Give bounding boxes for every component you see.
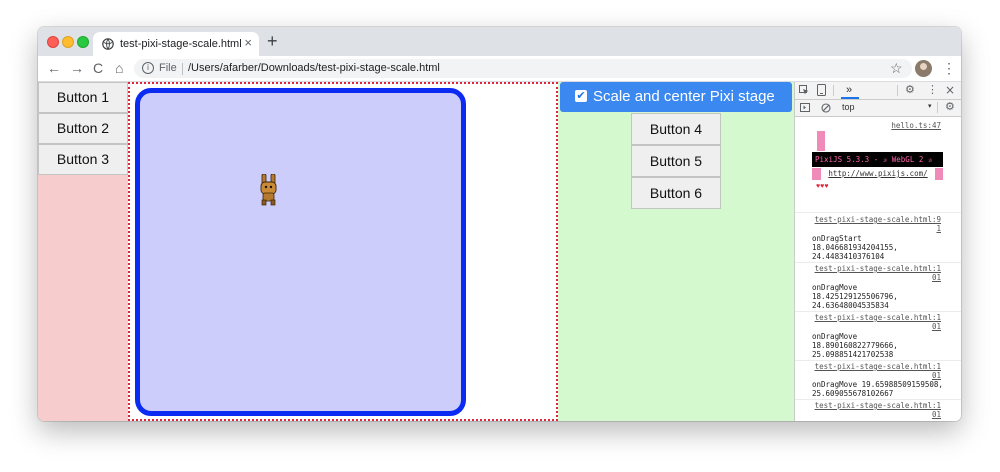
console-message: 18.890160822779666,: [812, 341, 898, 350]
button-6[interactable]: Button 6: [631, 177, 721, 209]
browser-toolbar: ← → C ⌂ i File /Users/afarber/Downloads/…: [38, 56, 961, 82]
scale-center-label: Scale and center Pixi stage: [593, 88, 775, 105]
console-source-link[interactable]: test-pixi-stage-scale.html:1: [815, 401, 941, 410]
right-panel: ✔ Scale and center Pixi stage Button 4 B…: [558, 82, 794, 421]
console-settings-gear-icon[interactable]: ⚙: [945, 100, 955, 114]
console-message: onDragMove: [812, 283, 858, 292]
browser-window: test-pixi-stage-scale.html × + ← → C ⌂ i…: [38, 27, 961, 421]
inspect-element-icon[interactable]: [799, 85, 809, 95]
console-message: 18.046681934204155,: [812, 243, 898, 252]
button-5[interactable]: Button 5: [631, 145, 721, 177]
context-selector[interactable]: top: [842, 102, 855, 112]
pixi-url-link[interactable]: http://www.pixijs.com/: [821, 168, 935, 180]
console-message: 24.4483410376104: [812, 252, 885, 261]
console-row-divider: [795, 262, 961, 263]
tab-strip: test-pixi-stage-scale.html × +: [38, 27, 961, 56]
pixi-stage[interactable]: [135, 88, 466, 416]
devtools-divider: [833, 85, 834, 96]
more-tabs-icon[interactable]: »: [846, 83, 852, 97]
checkbox-checked-icon[interactable]: ✔: [575, 90, 587, 102]
close-window-button[interactable]: [47, 36, 59, 48]
minimize-window-button[interactable]: [62, 36, 74, 48]
pixi-banner: PixiJS 5.3.3 - ✰ WebGL 2 ✰: [812, 152, 943, 167]
back-icon[interactable]: ←: [47, 59, 61, 77]
console-source-link[interactable]: test-pixi-stage-scale.html:9: [815, 215, 941, 224]
devtools-divider: [897, 85, 898, 96]
console-message: onDragStart: [812, 234, 862, 243]
console-source-link[interactable]: test-pixi-stage-scale.html:1: [815, 313, 941, 322]
globe-icon: [102, 38, 114, 50]
profile-avatar[interactable]: [915, 60, 932, 77]
button-4[interactable]: Button 4: [631, 113, 721, 145]
console-message: 18.425129125506796,: [812, 292, 898, 301]
console-toolbar: top ▾ ⚙: [795, 100, 961, 117]
close-icon[interactable]: ×: [945, 83, 955, 97]
browser-menu-icon[interactable]: ⋮: [942, 59, 956, 77]
devtools-toolbar: » ⚙ ⋮ ×: [795, 82, 961, 100]
console-message: 24.63648004535834: [812, 301, 889, 310]
info-icon[interactable]: i: [142, 62, 154, 74]
reload-icon[interactable]: C: [93, 59, 103, 77]
zoom-window-button[interactable]: [77, 36, 89, 48]
pixi-banner-decor: [817, 131, 825, 151]
console-source-link[interactable]: 01: [932, 322, 941, 331]
home-icon[interactable]: ⌂: [115, 59, 123, 77]
console-message: onDragMove: [812, 332, 858, 341]
left-panel: Button 1 Button 2 Button 3: [38, 82, 128, 421]
scale-center-toggle[interactable]: ✔ Scale and center Pixi stage: [560, 82, 792, 112]
tab-title: test-pixi-stage-scale.html: [120, 38, 242, 50]
forward-icon[interactable]: →: [70, 59, 84, 77]
url-text[interactable]: /Users/afarber/Downloads/test-pixi-stage…: [188, 62, 440, 74]
new-tab-button[interactable]: +: [267, 32, 278, 50]
devtools-menu-icon[interactable]: ⋮: [927, 83, 938, 97]
hearts-text: ♥♥♥: [816, 183, 829, 190]
console-source-link[interactable]: hello.ts:47: [891, 121, 941, 130]
button-3[interactable]: Button 3: [38, 144, 128, 175]
console-row-divider: [795, 311, 961, 312]
devtools-panel: » ⚙ ⋮ × top ▾ ⚙ hello.ts:47 PixiJS 5.3.3…: [794, 82, 961, 421]
console-source-link[interactable]: 01: [932, 410, 941, 419]
tab-close-icon[interactable]: ×: [244, 36, 252, 50]
page-content: Button 1 Button 2 Button 3 ✔ Scale and c…: [38, 82, 961, 421]
console-source-link[interactable]: 01: [932, 273, 941, 282]
file-scheme-label: File: [159, 62, 177, 74]
console-row-divider: [795, 399, 961, 400]
device-toolbar-icon[interactable]: [817, 84, 826, 96]
chevron-down-icon[interactable]: ▾: [928, 102, 932, 110]
console-message: 25.098851421702538: [812, 350, 894, 359]
console-message: 25.609055678102667: [812, 389, 894, 398]
button-1[interactable]: Button 1: [38, 82, 128, 113]
console-message: onDragMove 19.65988509159508,: [812, 380, 943, 389]
console-source-link[interactable]: 1: [936, 224, 941, 233]
active-tab-indicator: [841, 97, 859, 99]
console-source-link[interactable]: 01: [932, 371, 941, 380]
bookmark-star-icon[interactable]: ☆: [890, 60, 903, 76]
address-divider: [182, 63, 183, 75]
browser-tab[interactable]: test-pixi-stage-scale.html ×: [93, 32, 259, 56]
pixi-canvas-container: [128, 82, 558, 421]
address-bar[interactable]: i File /Users/afarber/Downloads/test-pix…: [134, 59, 912, 78]
devtools-divider: [937, 102, 938, 113]
bunny-sprite[interactable]: [259, 174, 279, 206]
button-2[interactable]: Button 2: [38, 113, 128, 144]
console-row-divider: [795, 360, 961, 361]
clear-console-icon[interactable]: [821, 103, 831, 113]
gear-icon[interactable]: ⚙: [905, 83, 915, 97]
console-source-link[interactable]: test-pixi-stage-scale.html:1: [815, 362, 941, 371]
show-sidebar-icon[interactable]: [800, 103, 810, 112]
console-source-link[interactable]: test-pixi-stage-scale.html:1: [815, 264, 941, 273]
console-row-divider: [795, 212, 961, 213]
